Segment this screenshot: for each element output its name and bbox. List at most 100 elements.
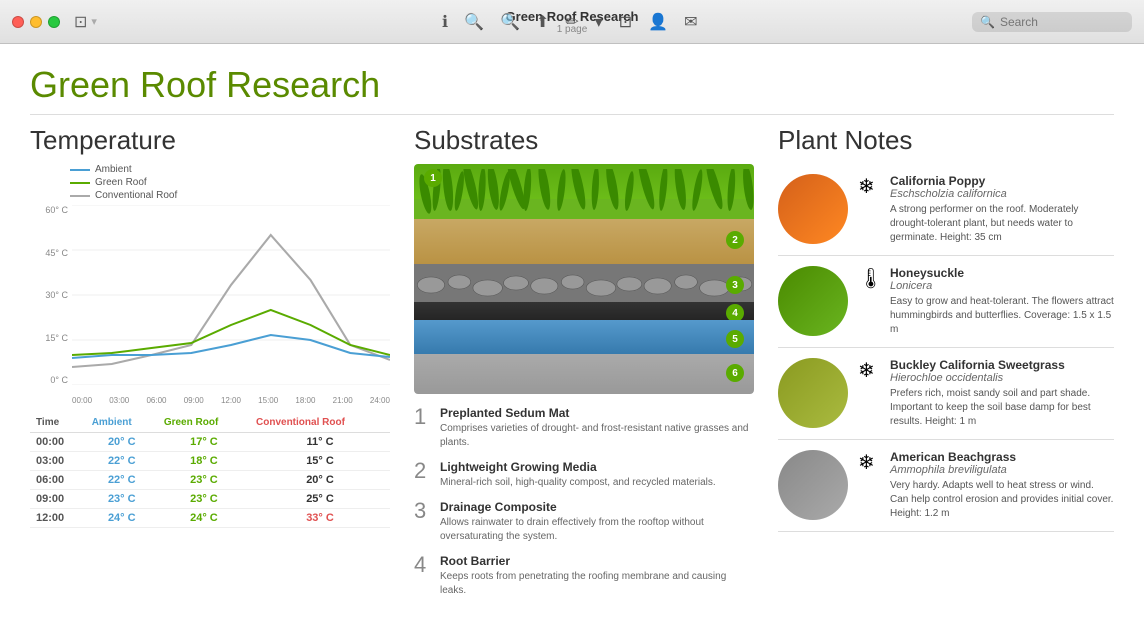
plant-item: ❄ California Poppy Eschscholzia californ… [778, 164, 1114, 256]
substrate-item: 3 Drainage Composite Allows rainwater to… [414, 500, 754, 544]
page-title: Green Roof Research [30, 64, 1114, 115]
th-ambient: Ambient [86, 413, 158, 433]
content-grid: Temperature Ambient Green Roof Conventio… [30, 125, 1114, 598]
plant-image [778, 266, 848, 336]
legend-ambient: Ambient [70, 164, 390, 175]
cell-ambient: 23° C [86, 490, 158, 509]
x-axis-labels: 00:00 03:00 06:00 09:00 12:00 15:00 18:0… [72, 396, 390, 405]
substrate-item: 2 Lightweight Growing Media Mineral-rich… [414, 460, 754, 490]
plant-info: Buckley California Sweetgrass Hierochloe… [890, 358, 1114, 429]
plant-scientific: Eschscholzia californica [890, 188, 1114, 200]
cell-conventional: 33° C [250, 509, 390, 528]
y-label-60: 60° C [30, 205, 68, 215]
zoom-out-icon[interactable]: 🔍 [464, 12, 484, 32]
person-icon[interactable]: 👤 [648, 12, 668, 32]
substrate-item: 1 Preplanted Sedum Mat Comprises varieti… [414, 406, 754, 450]
search-input[interactable] [1000, 15, 1120, 29]
close-button[interactable] [12, 16, 24, 28]
legend-label-ambient: Ambient [95, 164, 132, 175]
sidebar-toggle-icon[interactable]: ⊡ [74, 12, 87, 32]
traffic-lights [12, 16, 60, 28]
cell-time: 12:00 [30, 509, 86, 528]
cell-conventional: 25° C [250, 490, 390, 509]
chevron-down-icon[interactable]: ▾ [91, 15, 97, 28]
temperature-title: Temperature [30, 125, 390, 156]
plant-notes-title: Plant Notes [778, 125, 1114, 156]
plant-type-icon: ❄ [858, 174, 880, 199]
cell-ambient: 24° C [86, 509, 158, 528]
chevron-down-tool-icon[interactable]: ▾ [595, 12, 603, 32]
share-icon[interactable]: ⬆ [536, 12, 549, 32]
cell-time: 00:00 [30, 433, 86, 452]
legend-label-conventional: Conventional Roof [95, 190, 177, 201]
substrate-desc: Keeps roots from penetrating the roofing… [440, 570, 754, 598]
x-label-0900: 09:00 [184, 396, 204, 405]
substrates-section: Substrates [414, 125, 754, 598]
plant-desc: Very hardy. Adapts well to heat stress o… [890, 479, 1114, 521]
cell-ambient: 22° C [86, 471, 158, 490]
substrate-desc: Comprises varieties of drought- and fros… [440, 422, 754, 450]
plant-image [778, 358, 848, 428]
zoom-in-icon[interactable]: 🔍 [500, 12, 520, 32]
substrate-layer-3: 3 [414, 264, 754, 306]
plant-item: 🌡 Honeysuckle Lonicera Easy to grow and … [778, 256, 1114, 348]
search-area: 🔍 [972, 12, 1132, 32]
x-label-0300: 03:00 [109, 396, 129, 405]
search-icon: 🔍 [980, 15, 995, 29]
cell-conventional: 20° C [250, 471, 390, 490]
substrate-layer-5: 5 [414, 320, 754, 358]
cell-time: 03:00 [30, 452, 86, 471]
table-row: 00:00 20° C 17° C 11° C [30, 433, 390, 452]
x-label-2100: 21:00 [333, 396, 353, 405]
cell-ambient: 22° C [86, 452, 158, 471]
substrate-title: Root Barrier [440, 554, 754, 568]
cell-conventional: 15° C [250, 452, 390, 471]
plant-desc: Prefers rich, moist sandy soil and part … [890, 387, 1114, 429]
pencil-icon[interactable]: ✏ [565, 12, 578, 32]
search-box[interactable]: 🔍 [972, 12, 1132, 32]
substrate-layer-2: 2 [414, 219, 754, 269]
plant-image [778, 450, 848, 520]
layer-num-2: 2 [726, 231, 744, 249]
substrate-title: Preplanted Sedum Mat [440, 406, 754, 420]
plant-name: Honeysuckle [890, 266, 1114, 280]
chart-svg [72, 205, 390, 385]
cell-greenroof: 17° C [158, 433, 250, 452]
cell-greenroof: 23° C [158, 471, 250, 490]
y-label-15: 15° C [30, 333, 68, 343]
substrates-title: Substrates [414, 125, 754, 156]
fullscreen-button[interactable] [48, 16, 60, 28]
th-greenroof: Green Roof [158, 413, 250, 433]
plant-item: ❄ Buckley California Sweetgrass Hierochl… [778, 348, 1114, 440]
cell-greenroof: 23° C [158, 490, 250, 509]
plant-image [778, 174, 848, 244]
cell-greenroof: 24° C [158, 509, 250, 528]
legend-line-greenroof [70, 182, 90, 184]
info-icon[interactable]: ℹ [442, 12, 448, 32]
substrate-list: 1 Preplanted Sedum Mat Comprises varieti… [414, 406, 754, 598]
substrate-title: Lightweight Growing Media [440, 460, 716, 474]
legend-greenroof: Green Roof [70, 177, 390, 188]
resize-icon[interactable]: ⊡ [619, 12, 632, 32]
cell-time: 09:00 [30, 490, 86, 509]
x-label-1200: 12:00 [221, 396, 241, 405]
y-label-30: 30° C [30, 290, 68, 300]
plant-desc: Easy to grow and heat-tolerant. The flow… [890, 295, 1114, 337]
plant-info: California Poppy Eschscholzia californic… [890, 174, 1114, 245]
x-label-1800: 18:00 [295, 396, 315, 405]
markup-icon[interactable]: ✉ [684, 12, 697, 32]
temperature-chart: 60° C 45° C 30° C 15° C 0° C [30, 205, 390, 405]
x-label-1500: 15:00 [258, 396, 278, 405]
th-time: Time [30, 413, 86, 433]
th-conventional: Conventional Roof [250, 413, 390, 433]
substrate-info: Preplanted Sedum Mat Comprises varieties… [440, 406, 754, 450]
layer-num-3: 3 [726, 276, 744, 294]
minimize-button[interactable] [30, 16, 42, 28]
substrate-number: 2 [414, 460, 430, 482]
plant-item: ❄ American Beachgrass Ammophila brevilig… [778, 440, 1114, 532]
chart-legend: Ambient Green Roof Conventional Roof [70, 164, 390, 201]
temperature-table: Time Ambient Green Roof Conventional Roo… [30, 413, 390, 528]
substrate-number: 3 [414, 500, 430, 522]
substrate-info: Lightweight Growing Media Mineral-rich s… [440, 460, 716, 490]
substrate-layer-6: 6 [414, 354, 754, 394]
